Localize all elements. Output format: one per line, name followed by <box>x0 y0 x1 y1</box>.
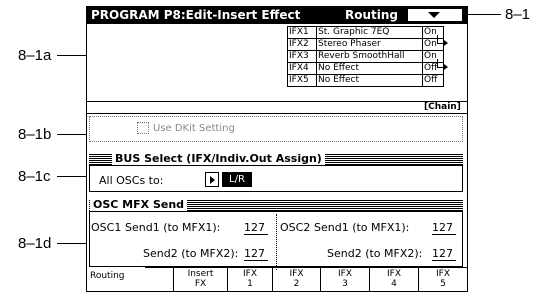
ifx-id: IFX3 <box>287 50 317 63</box>
ifx-state: Off <box>422 74 444 87</box>
callout-line-8-1a <box>57 55 87 56</box>
ifx-name: Stereo Phaser <box>316 38 423 51</box>
callout-8-1c: 8–1c <box>18 168 51 185</box>
chain-label: [Chain] <box>424 102 461 112</box>
tab-ifx2[interactable]: IFX 2 <box>272 267 320 291</box>
play-arrow-icon <box>210 176 215 184</box>
all-oscs-label: All OSCs to: <box>99 174 164 187</box>
ifx-row[interactable]: IFX2 Stereo Phaser On <box>287 38 444 51</box>
osc2-label: OSC2 <box>280 221 311 234</box>
tab-label: IFX <box>387 269 401 279</box>
page-menu-button[interactable] <box>408 9 462 21</box>
tab-label-line2: 3 <box>342 279 348 289</box>
ifx-name: No Effect <box>316 62 423 75</box>
chain-arrow-icon <box>444 64 448 70</box>
tab-ifx4[interactable]: IFX 4 <box>369 267 418 291</box>
use-dkit-label: Use DKit Setting <box>153 123 235 134</box>
tab-label-line2: FX <box>194 279 207 289</box>
tab-label: IFX <box>289 269 304 279</box>
callout-8-1b: 8–1b <box>18 126 52 143</box>
osc-mfx-title: OSC MFX Send <box>90 198 188 211</box>
use-dkit-checkbox[interactable] <box>137 122 149 134</box>
tab-routing[interactable]: Routing <box>87 267 145 291</box>
osc2-send1-value[interactable]: 127 <box>432 221 456 235</box>
osc1-send1-value[interactable]: 127 <box>244 221 268 235</box>
tab-label-line2: 1 <box>247 279 253 289</box>
osc-divider <box>276 214 277 270</box>
bus-select-header: BUS Select (IFX/Indiv.Out Assign) <box>89 152 463 165</box>
use-dkit-setting: Use DKit Setting <box>89 116 463 142</box>
osc1-send1-label: Send1 (to MFX1): <box>125 221 221 234</box>
tab-bar: Routing Insert FX IFX 1 IFX 2 IFX 3 IFX … <box>87 267 467 291</box>
title-bar: PROGRAM P8:Edit-Insert Effect Routing <box>87 7 467 24</box>
osc2-send2-label: Send2 (to MFX2): <box>327 247 423 260</box>
callout-line-8-1 <box>466 14 501 15</box>
tab-ifx1[interactable]: IFX 1 <box>227 267 272 291</box>
callout-line-8-1c <box>57 176 87 177</box>
callout-8-1d: 8–1d <box>18 235 52 252</box>
tab-label: IFX <box>338 269 352 279</box>
tab-label-line2: 2 <box>293 279 300 289</box>
bus-select-title: BUS Select (IFX/Indiv.Out Assign) <box>112 152 325 165</box>
ifx-name: Reverb SmoothHall <box>316 50 423 63</box>
page-title: PROGRAM P8:Edit-Insert Effect <box>91 8 301 22</box>
ifx-status-table: IFX1 St. Graphic 7EQ On IFX2 Stereo Phas… <box>287 26 444 87</box>
callout-line-8-1b <box>57 134 87 135</box>
tab-label: Insert <box>187 269 214 279</box>
callout-8-1a: 8–1a <box>18 47 52 64</box>
tab-label-line2: 5 <box>440 279 446 289</box>
dropdown-arrow-icon <box>428 12 440 18</box>
osc1-send2-label: Send2 (to MFX2): <box>143 247 239 260</box>
osc2-send1-label: Send1 (to MFX1): <box>314 221 410 234</box>
callout-8-1: 8–1 <box>505 6 531 23</box>
ifx-row[interactable]: IFX5 No Effect Off <box>287 74 444 87</box>
ifx-row[interactable]: IFX4 No Effect Off <box>287 62 444 75</box>
tab-insert-fx[interactable]: Insert FX <box>173 267 227 291</box>
ifx-name: No Effect <box>316 74 423 87</box>
ifx-id: IFX1 <box>287 26 317 39</box>
tab-label: IFX <box>436 269 450 279</box>
ifx-row[interactable]: IFX1 St. Graphic 7EQ On <box>287 26 444 39</box>
ifx-id: IFX2 <box>287 38 317 51</box>
chain-arrow-icon <box>444 40 448 46</box>
ifx-row[interactable]: IFX3 Reverb SmoothHall On <box>287 50 444 63</box>
ifx-id: IFX4 <box>287 62 317 75</box>
osc1-label: OSC1 <box>91 221 122 234</box>
osc2-send2-value[interactable]: 127 <box>432 247 456 261</box>
ifx-name: St. Graphic 7EQ <box>316 26 423 39</box>
tab-label: IFX <box>243 269 257 279</box>
osc1-send2-value[interactable]: 127 <box>244 247 268 261</box>
divider <box>87 101 467 102</box>
tab-label-line2: 4 <box>391 279 397 289</box>
ifx-id: IFX5 <box>287 74 317 87</box>
tab-ifx3[interactable]: IFX 3 <box>320 267 369 291</box>
divider <box>87 113 467 114</box>
osc-mfx-header: OSC MFX Send <box>89 198 463 211</box>
bus-select-popup-button[interactable] <box>205 172 219 187</box>
bus-select-value[interactable]: L/R <box>222 172 252 187</box>
lcd-screen: PROGRAM P8:Edit-Insert Effect Routing IF… <box>86 6 468 292</box>
callout-line-8-1d <box>57 243 87 244</box>
tab-label: Routing <box>90 271 125 281</box>
tab-ifx5[interactable]: IFX 5 <box>418 267 467 291</box>
page-name: Routing <box>345 8 399 22</box>
